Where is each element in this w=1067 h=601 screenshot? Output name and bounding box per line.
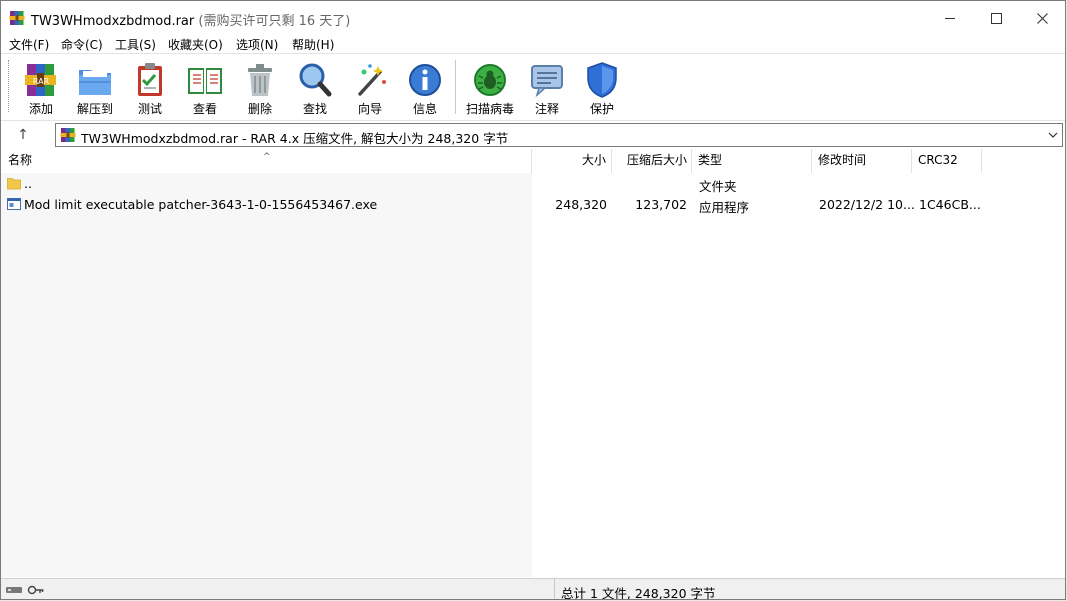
window-title-name: TW3WHmodxzbdmod.rar (31, 14, 195, 29)
close-icon (1036, 12, 1048, 24)
add-archive-icon: RAR (25, 64, 56, 96)
menu-favorites[interactable]: 收藏夹(O) (168, 36, 223, 53)
menu-help[interactable]: 帮助(H) (292, 36, 334, 53)
column-type-label: 类型 (698, 153, 723, 167)
info-button-label: 信息 (412, 102, 437, 116)
maximize-button[interactable] (973, 1, 1019, 35)
protect-button-label: 保护 (589, 102, 614, 116)
shield-icon (587, 62, 617, 98)
view-book-icon (188, 68, 222, 94)
address-path: TW3WHmodxzbdmod.rar - RAR 4.x 压缩文件, 解包大小… (81, 131, 509, 146)
info-icon (409, 64, 441, 96)
comment-button[interactable]: 注释 (519, 56, 575, 116)
name-column-background (1, 173, 532, 577)
delete-button[interactable]: 删除 (232, 56, 288, 116)
trash-icon (248, 64, 272, 96)
status-summary: 总计 1 文件, 248,320 字节 (561, 586, 716, 600)
file-type: 文件夹 (699, 179, 737, 194)
column-type[interactable]: 类型 (692, 149, 812, 173)
test-button[interactable]: 测试 (122, 56, 178, 116)
column-size-label: 大小 (581, 153, 606, 167)
column-size[interactable]: 大小 (532, 149, 612, 173)
status-bar: 总计 1 文件, 248,320 字节 (1, 578, 1065, 600)
file-size: 248,320 (555, 197, 607, 212)
column-packed[interactable]: 压缩后大小 (612, 149, 692, 173)
scan-virus-button[interactable]: 扫描病毒 (462, 56, 518, 116)
minimize-icon (945, 17, 955, 19)
status-divider (554, 579, 555, 599)
up-arrow-icon: ↑ (17, 127, 29, 143)
window-title: TW3WHmodxzbdmod.rar (需购买许可只剩 16 天了) (31, 10, 350, 29)
column-header-row: 名称 ^ 大小 压缩后大小 类型 修改时间 CRC32 (1, 149, 1065, 173)
column-name-label: 名称 (8, 153, 33, 167)
column-modified[interactable]: 修改时间 (812, 149, 912, 173)
protect-button[interactable]: 保护 (574, 56, 630, 116)
drive-key-icon[interactable] (5, 583, 45, 597)
menu-tools[interactable]: 工具(S) (115, 36, 156, 53)
address-field[interactable]: TW3WHmodxzbdmod.rar - RAR 4.x 压缩文件, 解包大小… (55, 123, 1063, 147)
comment-icon (531, 65, 563, 98)
find-button[interactable]: 查找 (287, 56, 343, 116)
column-packed-label: 压缩后大小 (626, 153, 687, 167)
toolbar: RAR 添加 解压到 测试 查看 删除 查找 向导 信息 扫描病毒 注释 保护 (1, 53, 1065, 120)
virus-scan-icon (474, 64, 506, 96)
window-title-license: (需购买许可只剩 16 天了) (198, 14, 351, 29)
wizard-wand-icon (358, 64, 386, 96)
svg-text:RAR: RAR (33, 77, 50, 86)
column-modified-label: 修改时间 (818, 153, 867, 167)
column-name[interactable]: 名称 ^ (1, 149, 532, 173)
rar-archive-icon (60, 128, 76, 142)
file-list[interactable]: .. 文件夹 Mod limit executable patcher-3643… (1, 173, 1065, 577)
extract-to-button[interactable]: 解压到 (67, 56, 123, 116)
add-button[interactable]: RAR 添加 (13, 56, 69, 116)
file-row-parent[interactable]: .. 文件夹 (1, 173, 1065, 195)
minimize-button[interactable] (927, 1, 973, 35)
toolbar-separator (455, 60, 456, 114)
winrar-app-icon (9, 11, 25, 25)
file-packed-size: 123,702 (635, 197, 687, 212)
menu-commands[interactable]: 命令(C) (61, 36, 103, 53)
file-name: Mod limit executable patcher-3643-1-0-15… (24, 197, 378, 212)
chevron-down-icon[interactable] (1048, 128, 1058, 142)
wizard-button[interactable]: 向导 (342, 56, 398, 116)
file-row[interactable]: Mod limit executable patcher-3643-1-0-15… (1, 194, 1065, 216)
scan-virus-button-label: 扫描病毒 (465, 102, 514, 116)
info-button[interactable]: 信息 (397, 56, 453, 116)
file-name: .. (24, 176, 32, 191)
column-crc32[interactable]: CRC32 (912, 149, 982, 173)
winrar-window: TW3WHmodxzbdmod.rar (需购买许可只剩 16 天了) 文件(F… (0, 0, 1066, 600)
menu-file[interactable]: 文件(F) (9, 36, 49, 53)
menu-bar: 文件(F) 命令(C) 工具(S) 收藏夹(O) 选项(N) 帮助(H) (1, 35, 1065, 53)
address-bar: ↑ TW3WHmodxzbdmod.rar - RAR 4.x 压缩文件, 解包… (1, 120, 1065, 149)
exe-icon (7, 198, 21, 210)
folder-icon (7, 178, 21, 190)
file-crc32: 1C46CB... (919, 197, 981, 212)
test-clipboard-icon (138, 63, 162, 96)
sort-ascending-icon: ^ (263, 152, 271, 162)
magnifier-icon (299, 63, 332, 97)
maximize-icon (990, 12, 1002, 24)
view-button[interactable]: 查看 (177, 56, 233, 116)
file-type: 应用程序 (699, 200, 750, 215)
extract-folder-icon (79, 70, 111, 95)
close-button[interactable] (1019, 1, 1065, 35)
menu-options[interactable]: 选项(N) (236, 36, 278, 53)
file-modified: 2022/12/2 10... (819, 197, 915, 212)
up-level-button[interactable]: ↑ (11, 124, 35, 146)
title-bar[interactable]: TW3WHmodxzbdmod.rar (需购买许可只剩 16 天了) (1, 1, 1065, 35)
column-crc32-label: CRC32 (918, 153, 958, 167)
